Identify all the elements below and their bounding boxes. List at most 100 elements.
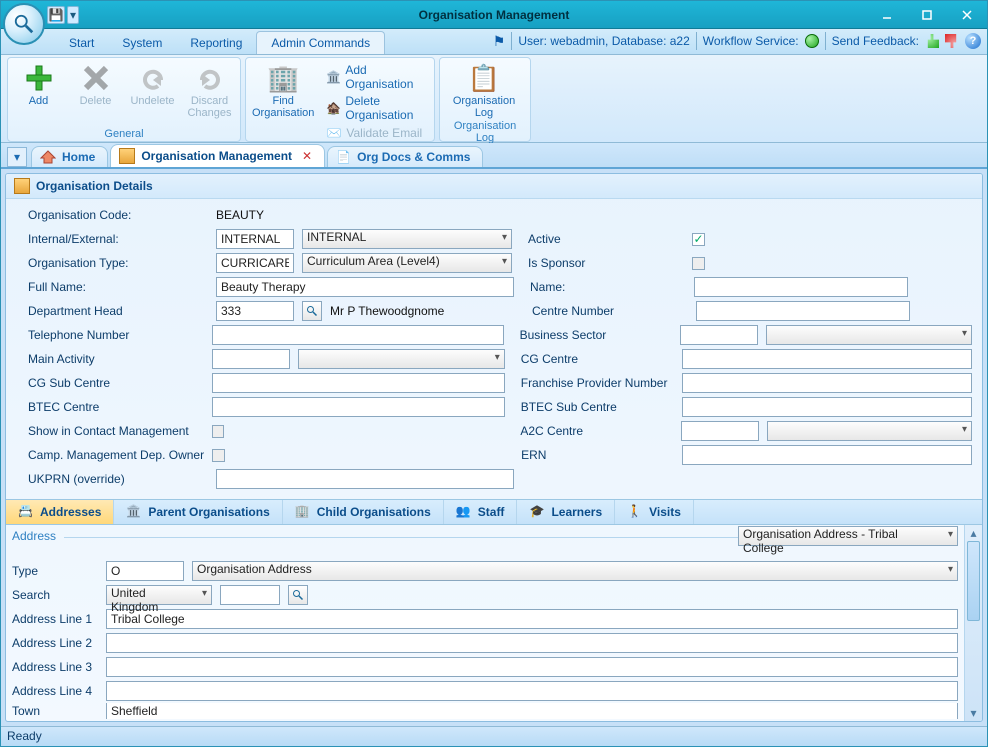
org-type-select[interactable]: Curriculum Area (Level4) xyxy=(302,253,512,273)
l4-label: Address Line 4 xyxy=(12,684,98,698)
child-orgs-icon: 🏢 xyxy=(295,504,311,520)
parent-orgs-icon: 🏛️ xyxy=(126,504,142,520)
visits-icon: 🚶 xyxy=(627,504,643,520)
active-checkbox[interactable]: ✓ xyxy=(692,233,705,246)
type-select[interactable]: Organisation Address xyxy=(192,561,958,581)
menu-system[interactable]: System xyxy=(108,32,176,54)
menu-admin-commands[interactable]: Admin Commands xyxy=(256,31,385,54)
search-button[interactable] xyxy=(288,585,308,605)
qat-dropdown-icon[interactable]: ▾ xyxy=(67,6,79,24)
window-close[interactable] xyxy=(947,2,987,28)
subtab-addresses[interactable]: 📇Addresses xyxy=(6,500,114,524)
btec-centre-input[interactable] xyxy=(212,397,504,417)
l3-label: Address Line 3 xyxy=(12,660,98,674)
close-tab-icon[interactable]: ✕ xyxy=(302,149,312,163)
org-type-label: Organisation Type: xyxy=(28,256,208,270)
name-input[interactable] xyxy=(694,277,908,297)
btec-sub-input[interactable] xyxy=(682,397,972,417)
cg-centre-input[interactable] xyxy=(682,349,972,369)
undo-icon xyxy=(137,62,169,94)
ribbon-org-log[interactable]: 📋 Organisation Log xyxy=(444,60,524,119)
sponsor-checkbox[interactable] xyxy=(692,257,705,270)
plus-icon xyxy=(23,62,55,94)
search-country[interactable]: United Kingdom xyxy=(106,585,212,605)
org-code-label: Organisation Code: xyxy=(28,208,208,222)
thumbs-up-icon[interactable] xyxy=(925,34,939,48)
fullname-input[interactable] xyxy=(216,277,514,297)
address-scrollbar[interactable]: ▴ ▾ xyxy=(964,525,982,721)
ribbon-validate-email: ✉️Validate Email xyxy=(320,124,430,142)
address-selector[interactable]: Organisation Address - Tribal College xyxy=(738,526,958,546)
scroll-thumb[interactable] xyxy=(967,541,980,621)
doctab-org-mgmt[interactable]: Organisation Management ✕ xyxy=(110,144,325,167)
menu-start[interactable]: Start xyxy=(55,32,108,54)
doctab-org-docs[interactable]: 📄 Org Docs & Comms xyxy=(327,146,483,167)
town-input[interactable] xyxy=(106,703,958,719)
l2-input[interactable] xyxy=(106,633,958,653)
org-type-code[interactable] xyxy=(216,253,294,273)
search-input[interactable] xyxy=(220,585,280,605)
subtab-learners[interactable]: 🎓Learners xyxy=(517,500,615,524)
main-act-input[interactable] xyxy=(212,349,290,369)
show-contact-checkbox[interactable] xyxy=(212,425,225,438)
tel-input[interactable] xyxy=(212,325,504,345)
menu-reporting[interactable]: Reporting xyxy=(176,32,256,54)
ukprn-input[interactable] xyxy=(216,469,514,489)
main-act-select[interactable] xyxy=(298,349,504,369)
show-contact-label: Show in Contact Management xyxy=(28,424,204,438)
dept-head-search[interactable] xyxy=(302,301,322,321)
ribbon-add[interactable]: Add xyxy=(12,60,65,108)
status-bar: Ready xyxy=(1,726,987,746)
int-ext-code[interactable] xyxy=(216,229,294,249)
type-label: Type xyxy=(12,564,98,578)
subtab-parent-orgs[interactable]: 🏛️Parent Organisations xyxy=(114,500,282,524)
ribbon-group-general: General xyxy=(12,127,236,141)
scroll-down-icon[interactable]: ▾ xyxy=(965,705,982,721)
camp-checkbox[interactable] xyxy=(212,449,225,462)
address-fieldset-label: Address xyxy=(12,529,56,543)
window-title: Organisation Management xyxy=(1,8,987,22)
subtab-visits[interactable]: 🚶Visits xyxy=(615,500,694,524)
app-orb[interactable] xyxy=(3,3,45,45)
ribbon-delete-org[interactable]: 🏚️Delete Organisation xyxy=(320,93,430,123)
l1-label: Address Line 1 xyxy=(12,612,98,626)
ribbon-add-org[interactable]: 🏛️Add Organisation xyxy=(320,62,430,92)
type-code[interactable] xyxy=(106,561,184,581)
help-icon[interactable]: ? xyxy=(965,33,981,49)
org-details-icon xyxy=(14,178,30,194)
main-act-label: Main Activity xyxy=(28,352,204,366)
fpn-input[interactable] xyxy=(682,373,972,393)
bus-sector-input[interactable] xyxy=(680,325,758,345)
panel-title: Organisation Details xyxy=(36,179,153,193)
org-log-icon: 📋 xyxy=(468,62,500,94)
l4-input[interactable] xyxy=(106,681,958,701)
window-maximize[interactable] xyxy=(907,2,947,28)
l3-input[interactable] xyxy=(106,657,958,677)
l1-input[interactable] xyxy=(106,609,958,629)
qat-save-icon[interactable]: 💾 xyxy=(47,6,65,24)
a2c-select[interactable] xyxy=(767,421,972,441)
window-minimize[interactable] xyxy=(867,2,907,28)
subtab-staff[interactable]: 👥Staff xyxy=(444,500,518,524)
subtab-child-orgs[interactable]: 🏢Child Organisations xyxy=(283,500,444,524)
fullname-label: Full Name: xyxy=(28,280,208,294)
tel-label: Telephone Number xyxy=(28,328,204,342)
doctab-dropdown[interactable]: ▾ xyxy=(7,147,27,167)
discard-icon xyxy=(194,62,226,94)
btec-centre-label: BTEC Centre xyxy=(28,400,204,414)
ribbon-find-org[interactable]: 🏢 Find Organisation xyxy=(250,60,316,119)
doctab-home[interactable]: Home xyxy=(31,146,108,167)
thumbs-down-icon[interactable] xyxy=(945,34,959,48)
addresses-icon: 📇 xyxy=(18,504,34,520)
bus-sector-select[interactable] xyxy=(766,325,972,345)
dept-head-code[interactable] xyxy=(216,301,294,321)
a2c-input[interactable] xyxy=(681,421,759,441)
staff-icon: 👥 xyxy=(456,504,472,520)
flag-icon[interactable]: ⚑ xyxy=(493,33,506,50)
town-label: Town xyxy=(12,704,98,718)
cg-sub-input[interactable] xyxy=(212,373,504,393)
scroll-up-icon[interactable]: ▴ xyxy=(965,525,982,541)
centre-no-input[interactable] xyxy=(696,301,910,321)
ern-input[interactable] xyxy=(682,445,972,465)
int-ext-select[interactable]: INTERNAL xyxy=(302,229,512,249)
